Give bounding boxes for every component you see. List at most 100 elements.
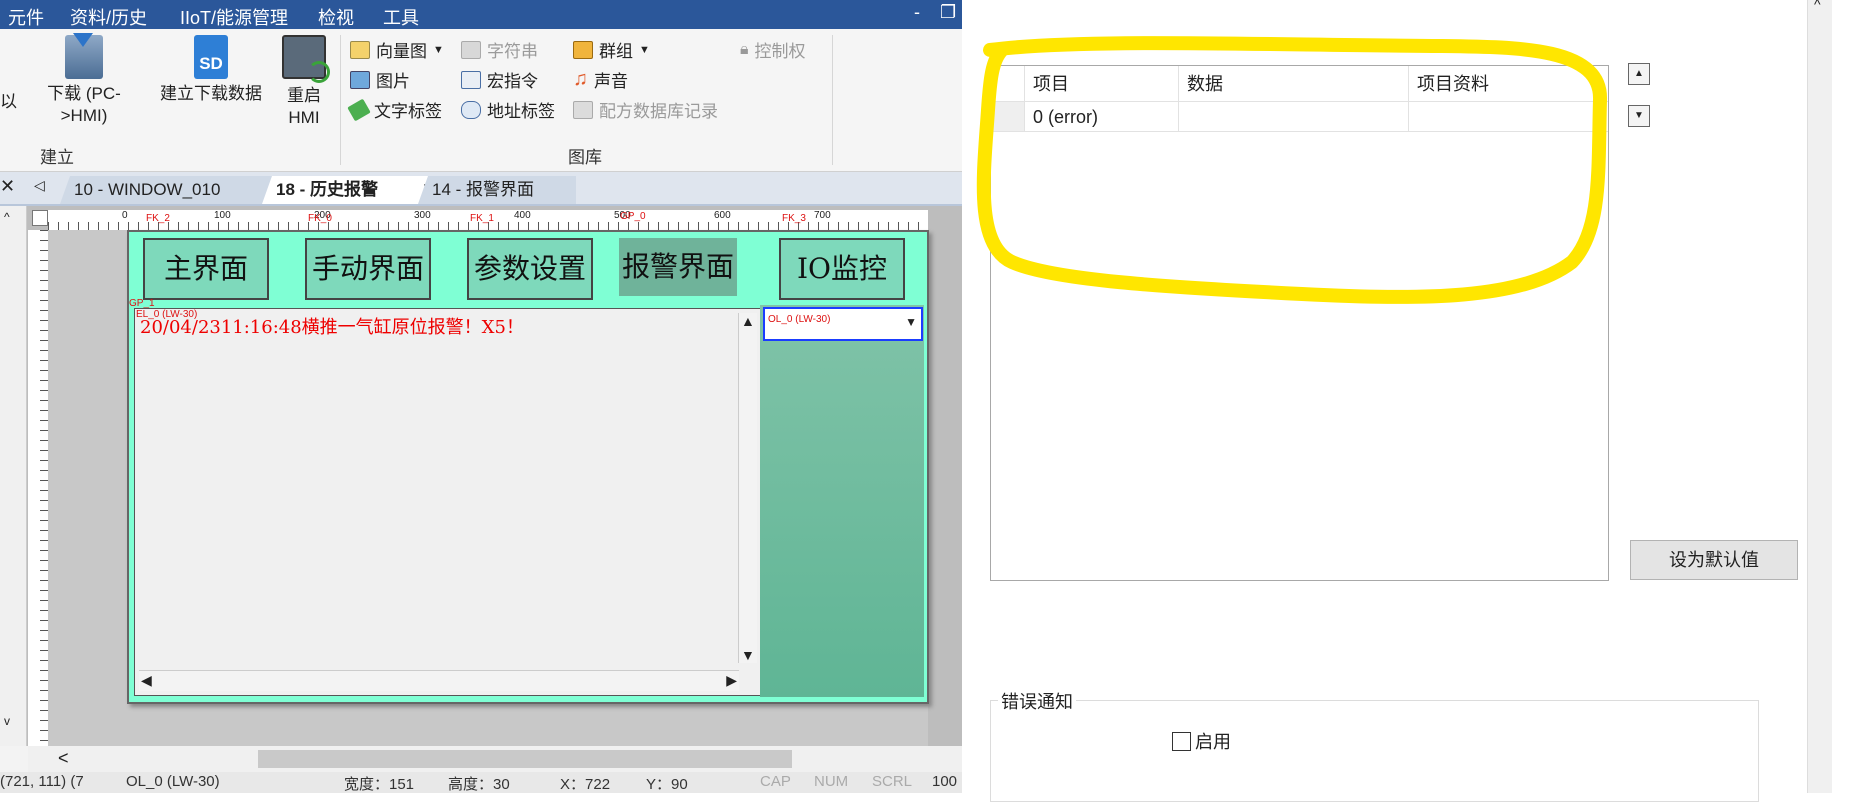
vector-icon bbox=[350, 40, 370, 59]
event-log-display[interactable]: EL_0 (LW-30) 20/04/2311:16:48横推一气缸原位报警！X… bbox=[134, 308, 762, 696]
address-tag-icon bbox=[461, 100, 481, 119]
ruler-mark: 700 bbox=[814, 210, 831, 221]
restart-monitor-icon bbox=[282, 35, 330, 83]
scroll-down-icon[interactable]: ▼ bbox=[741, 647, 755, 663]
tab-window-010[interactable]: 10 - WINDOW_010 bbox=[60, 176, 288, 204]
status-bar: (721, 111) (7 OL_0 (LW-30) 宽度：151 高度：30 … bbox=[0, 772, 962, 793]
ruler-mark: 400 bbox=[514, 210, 531, 221]
address-tag-button[interactable]: 地址标签 bbox=[461, 97, 555, 122]
recipe-db-button[interactable]: 配方数据库记录 bbox=[573, 97, 718, 122]
event-log-hscroll[interactable]: ◀ ▶ bbox=[139, 670, 739, 691]
highlight-loop bbox=[976, 36, 1608, 304]
scroll-up-icon[interactable]: ▲ bbox=[741, 313, 755, 329]
picture-button[interactable]: 图片 bbox=[350, 67, 410, 92]
menu-bar: 元件 资料/历史 IIoT/能源管理 检视 工具 - ❐ bbox=[0, 0, 962, 29]
menu-item-iiot-energy[interactable]: IIoT/能源管理 bbox=[180, 4, 288, 30]
text-tag-icon bbox=[347, 98, 371, 121]
yellow-highlight-annotation bbox=[976, 36, 1608, 304]
object-tag: FK_0 bbox=[308, 213, 332, 224]
text-tag-button[interactable]: 文字标签 bbox=[347, 97, 442, 122]
download-pc-hmi-button[interactable]: 下载 (PC->HMI) bbox=[44, 33, 124, 127]
restart-hmi-button[interactable]: 重启 HMI bbox=[280, 35, 330, 129]
ruler-mark: 100 bbox=[214, 210, 231, 221]
status-object: OL_0 (LW-30) bbox=[126, 773, 220, 790]
ribbon-partial-label: 以 bbox=[0, 92, 17, 111]
nav-button-label: 报警界面 bbox=[621, 250, 734, 283]
scroll-thumb[interactable] bbox=[258, 750, 792, 768]
menu-item-tools[interactable]: 工具 bbox=[383, 4, 419, 30]
status-scrl: SCRL bbox=[872, 773, 913, 790]
nav-button-label: 主界面 bbox=[163, 252, 248, 285]
scroll-up-icon[interactable]: ^ bbox=[4, 210, 10, 224]
left-vertical-scrollbar[interactable]: ^ v bbox=[0, 206, 27, 746]
scroll-down-icon[interactable]: v bbox=[4, 714, 10, 728]
text-tag-label: 文字标签 bbox=[374, 102, 442, 121]
document-tab-bar: ✕ ◁ 10 - WINDOW_010 18 - 历史报警 ✕ 14 - 报警界… bbox=[0, 172, 962, 206]
nav-button-label: IO监控 bbox=[796, 252, 888, 285]
chevron-down-icon[interactable]: ▼ bbox=[905, 315, 917, 329]
ruler-mark: 0 bbox=[122, 210, 128, 221]
string-button[interactable]: 字符串 bbox=[461, 37, 538, 62]
tab-label: 14 - 报警界面 bbox=[432, 180, 535, 199]
ribbon-separator bbox=[340, 35, 341, 165]
event-log-vscroll[interactable]: ▲ ▼ bbox=[738, 313, 757, 663]
string-icon bbox=[461, 40, 481, 59]
nav-button-main[interactable]: FK_2 主界面 bbox=[143, 214, 269, 300]
tab-label: 18 - 历史报警 bbox=[276, 180, 379, 199]
hmi-editor-window: 元件 资料/历史 IIoT/能源管理 检视 工具 - ❐ 以 下载 (PC->H… bbox=[0, 0, 962, 793]
nav-button-alarm[interactable]: GP_0 报警界面 bbox=[619, 212, 737, 296]
vector-graph-button[interactable]: 向量图 ▼ bbox=[350, 37, 444, 62]
nav-button-manual[interactable]: FK_0 手动界面 bbox=[305, 214, 431, 300]
download-icon bbox=[65, 33, 103, 79]
status-cap: CAP bbox=[760, 773, 791, 790]
sound-label: 声音 bbox=[594, 72, 628, 91]
nav-button-label: 参数设置 bbox=[473, 252, 586, 285]
picture-icon bbox=[350, 70, 370, 89]
dropdown-arrow-icon: ▼ bbox=[433, 43, 444, 56]
tab-alarm-screen[interactable]: 14 - 报警界面 bbox=[418, 176, 576, 204]
nav-button-io-monitor[interactable]: FK_3 IO监控 bbox=[779, 214, 905, 300]
status-height: 高度：30 bbox=[448, 776, 510, 793]
menu-item-view[interactable]: 检视 bbox=[318, 4, 354, 30]
vector-label: 向量图 bbox=[376, 42, 427, 61]
vertical-ruler bbox=[28, 230, 49, 750]
scroll-left-icon[interactable]: ◀ bbox=[141, 672, 152, 689]
property-dialog: 项目 数据 项目资料 0 (error) ▲ ▼ 设为默认值 错误通知 启用 ^ bbox=[962, 0, 1849, 802]
status-x: X：722 bbox=[560, 776, 611, 793]
group-icon bbox=[573, 40, 593, 59]
sd-card-icon: SD bbox=[194, 35, 228, 79]
scroll-right-icon[interactable]: ▶ bbox=[726, 672, 737, 689]
library-group-label: 图库 bbox=[568, 148, 602, 167]
tab-scroll-left-icon[interactable]: ◁ bbox=[34, 177, 45, 194]
close-panel-icon[interactable]: ✕ bbox=[0, 176, 15, 197]
option-list-area: OL_0 (LW-30) ▼ bbox=[760, 305, 924, 697]
download-label: 下载 (PC->HMI) bbox=[47, 84, 121, 125]
build-download-label: 建立下载数据 bbox=[160, 84, 262, 103]
canvas-hscrollbar[interactable]: < bbox=[28, 746, 962, 772]
restore-button[interactable]: ❐ bbox=[940, 2, 956, 23]
ribbon-separator bbox=[832, 35, 833, 165]
music-note-icon: ♫ bbox=[573, 68, 588, 90]
build-download-data-button[interactable]: SD 建立下载数据 bbox=[152, 35, 270, 105]
alarm-entry: 20/04/2311:16:48横推一气缸原位报警！X5！ bbox=[140, 317, 524, 338]
menu-item-component[interactable]: 元件 bbox=[8, 4, 44, 30]
ruler-mark: 600 bbox=[714, 210, 731, 221]
macro-label: 宏指令 bbox=[487, 72, 538, 91]
group-button[interactable]: 群组 ▼ bbox=[573, 37, 650, 62]
menu-item-data-history[interactable]: 资料/历史 bbox=[70, 4, 147, 30]
hmi-screen-preview[interactable]: FK_2 主界面 FK_0 手动界面 FK_1 参数设置 GP_0 报警界面 F… bbox=[127, 212, 929, 704]
tab-history-alarm[interactable]: 18 - 历史报警 ✕ bbox=[262, 176, 440, 204]
minimize-button[interactable]: - bbox=[914, 2, 920, 23]
scroll-left-icon[interactable]: < bbox=[58, 748, 69, 769]
object-tag: FK_1 bbox=[470, 213, 494, 224]
nav-button-parameters[interactable]: FK_1 参数设置 bbox=[467, 214, 593, 300]
object-tag: FK_3 bbox=[782, 213, 806, 224]
string-label: 字符串 bbox=[487, 42, 538, 61]
option-list-selected[interactable]: OL_0 (LW-30) ▼ bbox=[763, 307, 923, 341]
control-right-button[interactable]: 🔒︎ 控制权 bbox=[740, 37, 806, 62]
build-group-label: 建立 bbox=[40, 148, 74, 167]
tab-label: 10 - WINDOW_010 bbox=[74, 180, 221, 199]
sound-button[interactable]: ♫ 声音 bbox=[573, 67, 628, 92]
macro-button[interactable]: 宏指令 bbox=[461, 67, 538, 92]
nav-button-label: 手动界面 bbox=[311, 252, 424, 285]
